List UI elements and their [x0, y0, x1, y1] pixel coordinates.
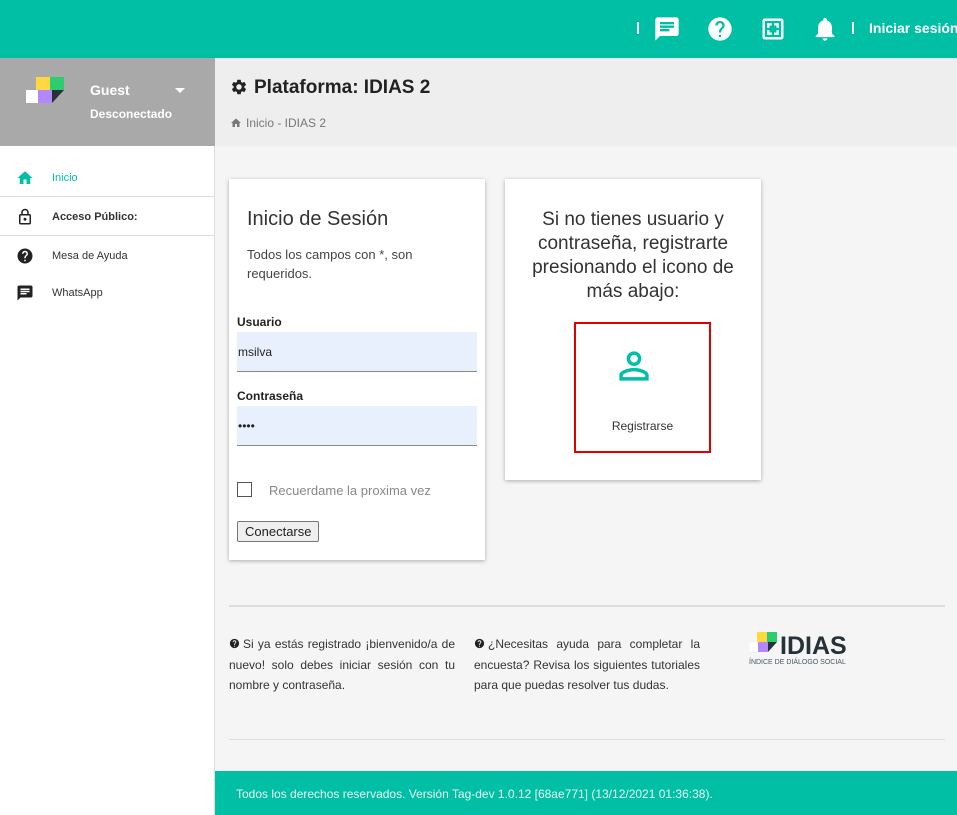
divider [229, 739, 945, 740]
info-help: ¿Necesitas ayuda para completar la encue… [474, 634, 700, 695]
page-header [215, 58, 957, 146]
chat-icon[interactable] [653, 15, 681, 43]
info-right-text: ¿Necesitas ayuda para completar la encue… [474, 637, 700, 692]
help-icon [16, 247, 34, 265]
help-icon [474, 635, 485, 655]
user-panel: Guest Desconectado [0, 58, 215, 146]
sidebar-item-label: WhatsApp [52, 287, 103, 299]
login-link[interactable]: Iniciar sesión [869, 20, 957, 36]
register-label: Registrarse [611, 419, 674, 433]
person-icon [612, 344, 656, 393]
user-name: Guest [90, 82, 130, 98]
help-icon [229, 635, 240, 655]
password-input[interactable] [237, 406, 477, 446]
footer: Todos los derechos reservados. Versión T… [215, 771, 957, 815]
info-returning-user: Si ya estás registrado ¡bienvenido/a de … [229, 634, 455, 695]
info-left-text: Si ya estás registrado ¡bienvenido/a de … [229, 637, 455, 692]
sidebar-item-inicio[interactable]: Inicio [0, 159, 215, 197]
login-button[interactable]: Conectarse [237, 521, 320, 542]
sidebar-item-whatsapp[interactable]: WhatsApp [0, 274, 215, 312]
sidebar-item-acceso-publico[interactable]: Acceso Público: [0, 198, 215, 236]
gear-icon [230, 78, 248, 102]
login-title: Inicio de Sesión [247, 208, 389, 230]
topbar-separator [852, 22, 854, 34]
user-status: Desconectado [90, 107, 173, 121]
lock-icon [16, 208, 34, 226]
breadcrumb-text[interactable]: Inicio - IDIAS 2 [246, 116, 326, 130]
brand-name: IDIAS [780, 632, 847, 660]
idias-logo: IDIAS ÍNDICE DE DIÁLOGO SOCIAL [748, 630, 869, 673]
app-logo [24, 75, 66, 110]
topbar-separator [637, 22, 639, 34]
page-title-text: Plataforma: IDIAS 2 [254, 77, 431, 98]
bell-icon[interactable] [811, 15, 839, 43]
sidebar-item-mesa-de-ayuda[interactable]: Mesa de Ayuda [0, 237, 215, 275]
chat-icon [16, 284, 34, 302]
sidebar-item-label: Mesa de Ayuda [52, 250, 128, 262]
home-icon [230, 117, 242, 132]
top-bar: Iniciar sesión [0, 0, 957, 58]
help-icon[interactable] [706, 15, 734, 43]
divider [229, 605, 945, 607]
login-card: Inicio de Sesión Todos los campos con *,… [229, 179, 485, 560]
register-button[interactable]: Registrarse [574, 322, 711, 453]
remember-label[interactable]: Recuerdame la proxima vez [269, 483, 431, 498]
sidebar-item-label: Inicio [52, 172, 78, 184]
required-note: Todos los campos con *, son requeridos. [247, 247, 413, 281]
chevron-down-icon[interactable] [175, 88, 185, 93]
register-message: Si no tienes usuario y contraseña, regis… [532, 209, 734, 302]
sidebar-item-label: Acceso Público: [52, 211, 138, 223]
fullscreen-icon[interactable] [759, 15, 787, 43]
footer-text: Todos los derechos reservados. Versión T… [236, 787, 713, 801]
brand-tagline: ÍNDICE DE DIÁLOGO SOCIAL [749, 657, 846, 666]
password-label: Contraseña [237, 389, 304, 403]
sidebar: Guest Desconectado Inicio Acceso Público… [0, 58, 215, 815]
remember-checkbox[interactable] [237, 482, 252, 497]
register-card: Si no tienes usuario y contraseña, regis… [505, 179, 761, 480]
home-icon [16, 169, 34, 187]
username-input[interactable] [237, 332, 477, 372]
username-label: Usuario [237, 315, 282, 329]
